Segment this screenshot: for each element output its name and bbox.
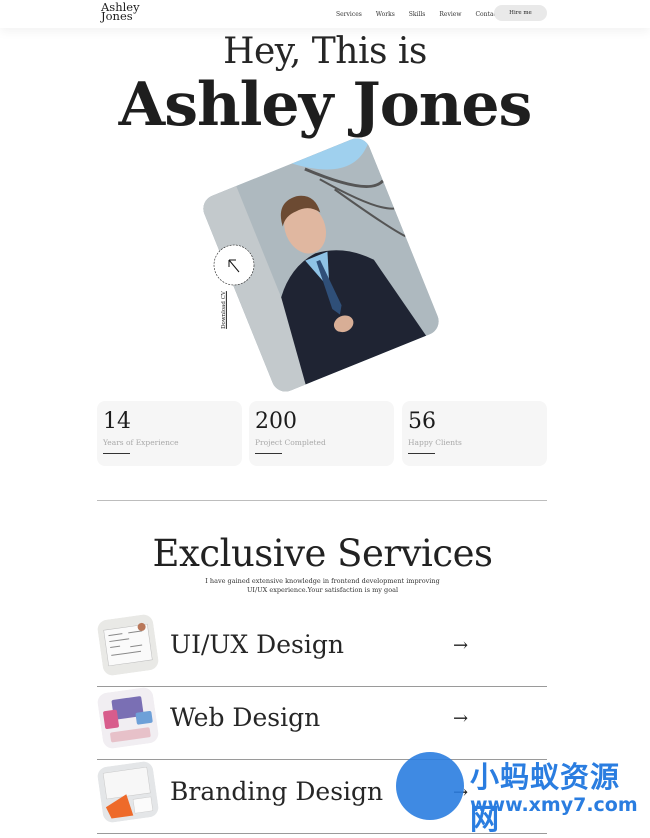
download-arrow-badge[interactable] <box>211 242 257 288</box>
service-title: Branding Design <box>170 777 384 806</box>
stat-underline <box>103 453 130 454</box>
stat-underline <box>408 453 435 454</box>
stat-label: Years of Experience <box>103 438 179 447</box>
section-divider <box>97 500 547 501</box>
stat-card-projects: 200 Project Completed <box>249 401 394 466</box>
nav-item-services[interactable]: Services <box>336 11 362 18</box>
arrow-right-icon[interactable]: → <box>453 635 468 656</box>
stat-value: 56 <box>408 409 436 434</box>
nav-menu: Services Works Skills Review Contact <box>336 11 513 18</box>
stat-value: 14 <box>103 409 131 434</box>
service-title: UI/UX Design <box>170 630 344 659</box>
nav-item-works[interactable]: Works <box>376 11 395 18</box>
service-thumbnail <box>96 760 160 824</box>
service-item-uiux[interactable]: UI/UX Design → <box>96 613 547 687</box>
service-thumbnail <box>96 613 160 677</box>
download-cv-link[interactable]: Download CV <box>221 291 227 329</box>
stat-card-experience: 14 Years of Experience <box>97 401 242 466</box>
top-navbar: Ashley Jones Services Works Skills Revie… <box>0 0 650 28</box>
service-separator <box>97 686 547 687</box>
services-title: Exclusive Services <box>152 532 493 575</box>
watermark: 小蚂蚁资源网 www.xmy7.com <box>396 752 646 836</box>
stat-underline <box>255 453 282 454</box>
nav-item-review[interactable]: Review <box>439 11 461 18</box>
service-thumbnail <box>96 686 160 750</box>
watermark-logo-icon <box>396 752 464 820</box>
arrow-right-icon[interactable]: → <box>453 708 468 729</box>
logo[interactable]: Ashley Jones <box>101 1 140 22</box>
watermark-url: www.xmy7.com <box>470 794 638 816</box>
services-description: I have gained extensive knowledge in fro… <box>205 577 440 594</box>
hire-me-button[interactable]: Hire me <box>494 5 547 21</box>
stat-label: Happy Clients <box>408 438 462 447</box>
stat-value: 200 <box>255 409 297 434</box>
hero-name: Ashley Jones <box>118 70 533 140</box>
service-item-web[interactable]: Web Design → <box>96 686 547 760</box>
stat-card-clients: 56 Happy Clients <box>402 401 547 466</box>
hero-greeting: Hey, This is <box>223 31 427 72</box>
nav-item-skills[interactable]: Skills <box>409 11 426 18</box>
stat-label: Project Completed <box>255 438 326 447</box>
service-title: Web Design <box>170 703 321 732</box>
